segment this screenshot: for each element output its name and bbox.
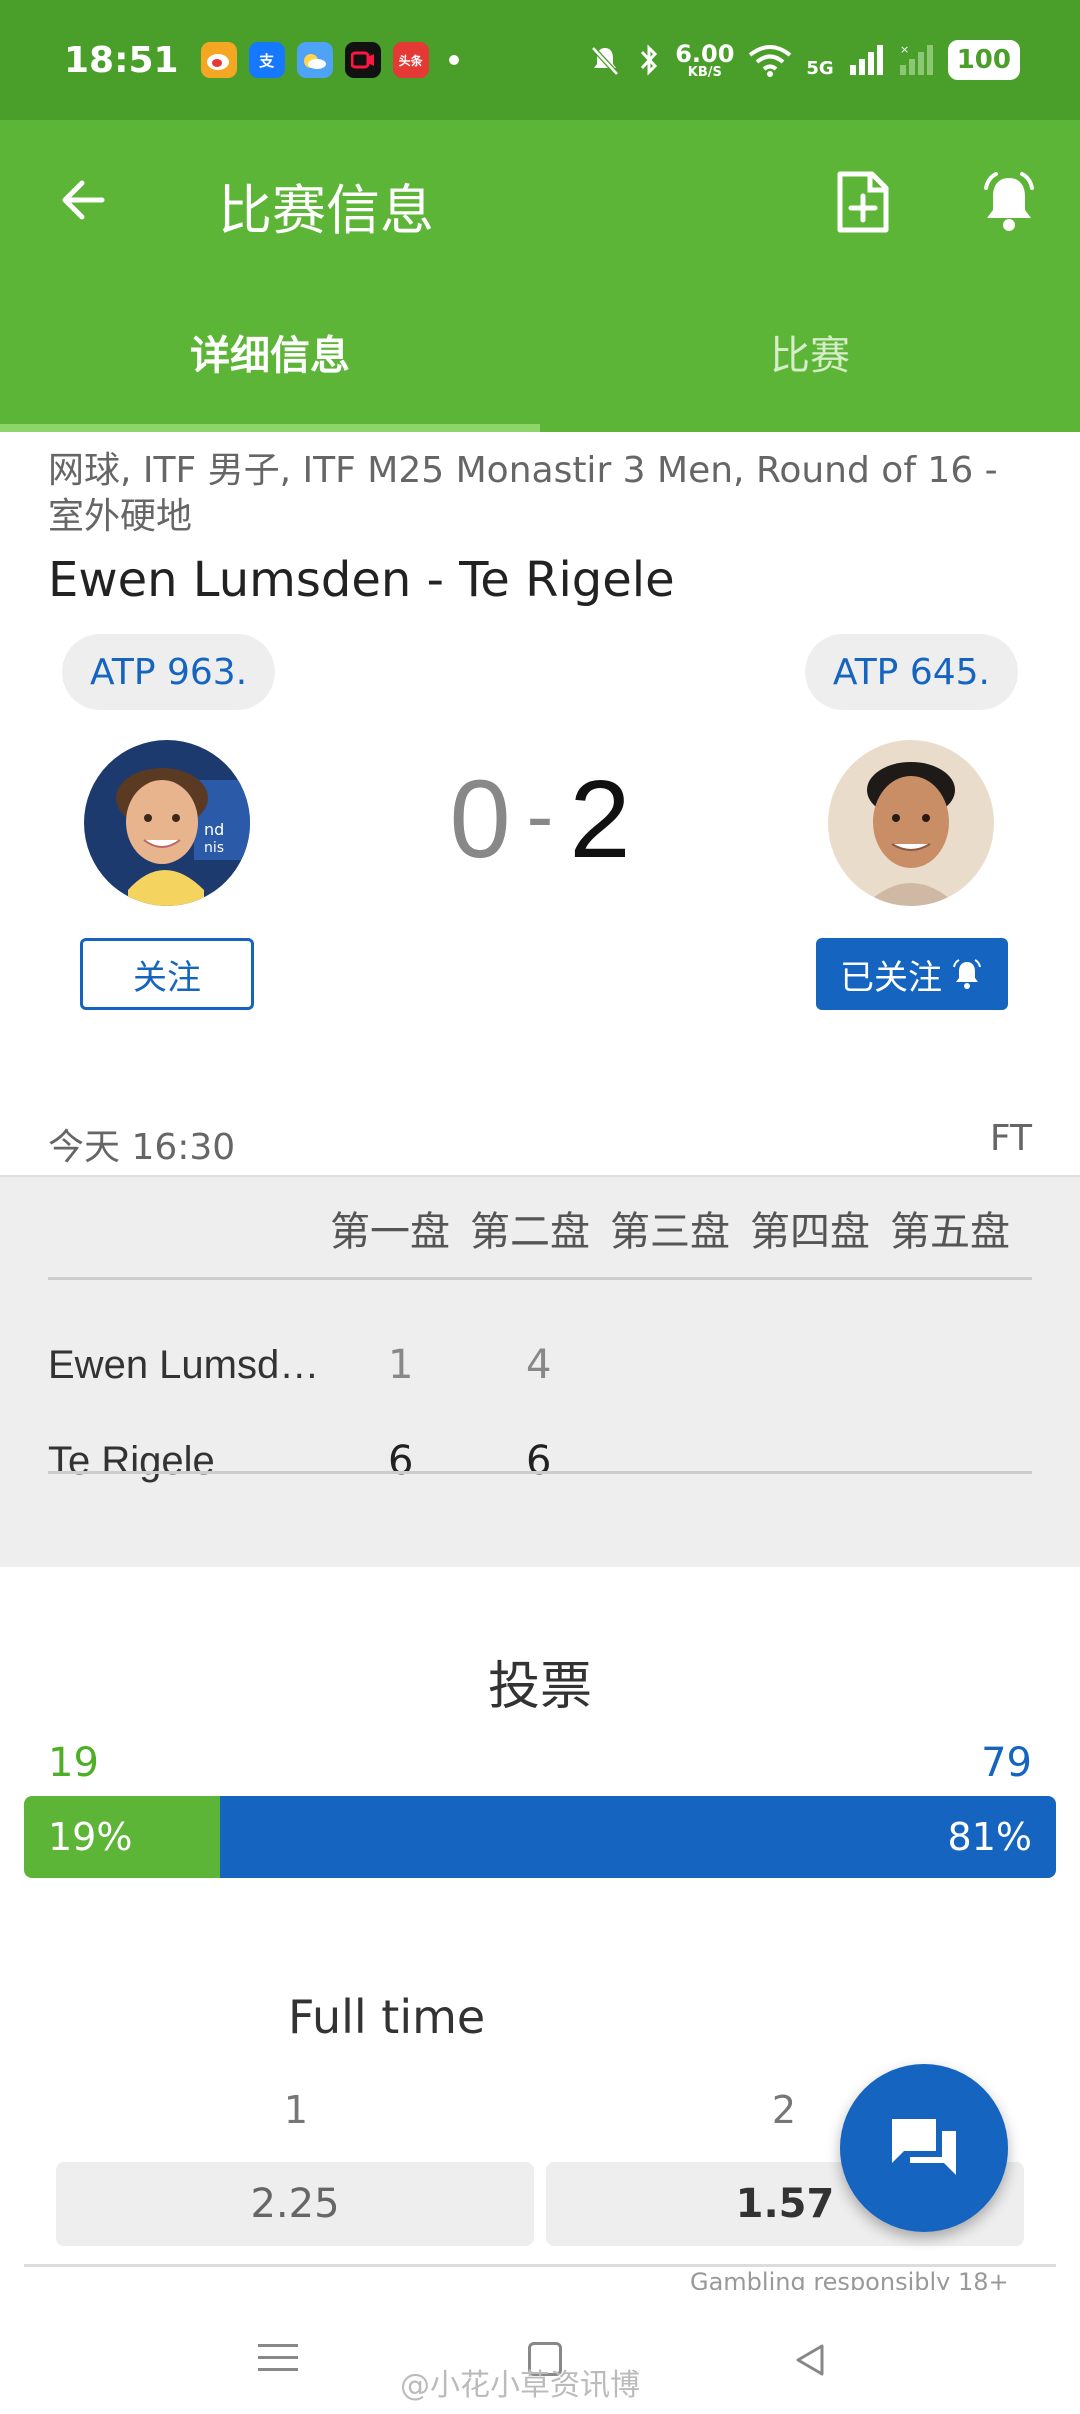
home-vote-count: 19 (48, 1740, 99, 1786)
odds-title: Full time (288, 1990, 486, 2044)
page-title: 比赛信息 (218, 179, 434, 242)
set-score: 4 (526, 1342, 552, 1388)
score-separator: - (526, 771, 554, 860)
player-name: Ewen Lumsd… (48, 1342, 320, 1387)
odds-footnote: Gambling responsibly 18+ (690, 2268, 1009, 2290)
weather-app-icon (296, 42, 333, 78)
signal-icon (849, 45, 883, 75)
home-player-rank[interactable]: ATP 963. (62, 634, 276, 710)
wifi-icon (749, 45, 792, 77)
svg-text:nd: nd (204, 820, 224, 839)
table-divider (48, 1277, 1032, 1280)
competition-breadcrumb[interactable]: 网球, ITF 男子, ITF M25 Monastir 3 Men, Roun… (48, 448, 1038, 540)
set-headers: 第一盘 第二盘 第三盘 第四盘 第五盘 (330, 1199, 1030, 1257)
toutiao-app-icon: 头条 (392, 42, 429, 78)
bluetooth-icon (641, 44, 658, 76)
network-type: 5G (806, 58, 834, 79)
match-score: 0-2 (380, 756, 700, 883)
add-document-icon[interactable] (834, 170, 892, 234)
status-bar: 18:51 支 头条 6.00 KB/S 5G × 100 (0, 0, 1080, 120)
match-status: FT (989, 1118, 1032, 1159)
watermark: @小花小草资讯博 (400, 2368, 640, 2403)
active-tab-indicator (0, 424, 540, 432)
odds-home-button[interactable]: 2.25 (56, 2162, 534, 2246)
notification-icons: 支 头条 (200, 42, 459, 78)
away-player-avatar[interactable] (828, 740, 994, 906)
network-speed: 6.00 KB/S (675, 39, 735, 80)
alarm-bell-icon (953, 959, 981, 989)
notification-bell-icon[interactable] (978, 170, 1040, 234)
tab-bar: 详细信息 比赛 (0, 282, 1080, 432)
match-title: Ewen Lumsden - Te Rigele (48, 552, 675, 608)
tab-match[interactable]: 比赛 (540, 282, 1080, 432)
set-header-2: 第二盘 (470, 1209, 590, 1255)
set-header-1: 第一盘 (330, 1209, 450, 1255)
recent-apps-button[interactable] (258, 2344, 298, 2380)
follow-label: 关注 (133, 957, 201, 998)
signal-2-icon: × (899, 43, 933, 75)
away-sets-won: 2 (569, 758, 631, 881)
svg-text:×: × (900, 43, 909, 56)
vote-bar[interactable]: 19% 81% (24, 1796, 1056, 1878)
home-vote-share[interactable]: 19% (24, 1796, 221, 1878)
table-row: Ewen Lumsd… 1 4 (48, 1325, 1032, 1405)
chat-button[interactable] (840, 2064, 1008, 2232)
more-notifications-dot (448, 55, 459, 65)
vote-title: 投票 (487, 1657, 592, 1717)
table-row: Te Rigele 6 6 (48, 1421, 1032, 1501)
svg-text:nis: nis (204, 840, 224, 856)
away-vote-percent: 81% (947, 1815, 1032, 1859)
back-triangle-icon[interactable] (790, 2340, 830, 2380)
set-scores-table: 第一盘 第二盘 第三盘 第四盘 第五盘 Ewen Lumsd… 1 4 Te R… (0, 1175, 1080, 1567)
set-header-4: 第四盘 (750, 1209, 870, 1255)
followed-label: 已关注 (840, 957, 942, 998)
home-sets-won: 0 (449, 758, 511, 881)
odds-divider (24, 2264, 1056, 2267)
follow-home-button[interactable]: 关注 (80, 938, 254, 1010)
video-app-icon (344, 42, 381, 78)
system-status-icons: 6.00 KB/S 5G × 100 (587, 40, 1020, 80)
alipay-app-icon: 支 (248, 42, 285, 78)
away-player-rank[interactable]: ATP 645. (804, 634, 1018, 710)
set-score: 1 (388, 1342, 414, 1388)
set-header-5: 第五盘 (890, 1209, 1010, 1255)
set-score: 6 (388, 1438, 414, 1484)
away-vote-count: 79 (981, 1740, 1032, 1786)
mute-bell-icon (591, 46, 620, 76)
set-header-3: 第三盘 (610, 1209, 730, 1255)
status-time: 18:51 (64, 39, 179, 81)
odds-header-home: 1 (283, 2088, 309, 2132)
followed-away-button[interactable]: 已关注 (816, 938, 1008, 1010)
app-bar: 比赛信息 (0, 120, 1080, 282)
weibo-app-icon (200, 42, 237, 78)
chat-icon (892, 2119, 956, 2175)
battery-indicator: 100 (947, 40, 1020, 80)
set-score: 6 (526, 1438, 552, 1484)
tab-details[interactable]: 详细信息 (0, 282, 540, 432)
home-player-avatar[interactable]: nd nis (84, 740, 250, 906)
home-vote-percent: 19% (48, 1815, 133, 1859)
table-divider (48, 1471, 1032, 1474)
back-arrow-icon[interactable] (56, 172, 112, 228)
away-vote-share[interactable]: 81% (220, 1796, 1056, 1878)
match-date: 今天 16:30 (48, 1127, 236, 1168)
player-name: Te Rigele (48, 1438, 215, 1483)
